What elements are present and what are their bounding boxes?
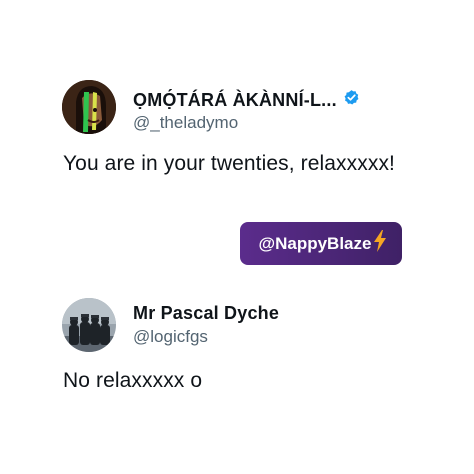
group-photo-avatar-icon (62, 298, 116, 352)
tweet-text: You are in your twenties, relaxxxxx! (63, 152, 395, 175)
avatar[interactable] (62, 298, 116, 352)
lightning-bolt-icon (373, 230, 387, 257)
woman-portrait-avatar-icon (62, 80, 116, 134)
tweet-text: No relaxxxxx o (63, 369, 203, 392)
handle[interactable]: @logicfgs (133, 327, 208, 347)
verified-badge-icon (343, 89, 360, 111)
display-name[interactable]: Mr Pascal Dyche (133, 303, 279, 324)
author-line[interactable]: ỌMỌ́TÁRÁ ÀKÀNNÍ-L... (133, 89, 360, 111)
author-line[interactable]: Mr Pascal Dyche (133, 303, 279, 324)
nappyblaze-watermark: @NappyBlaze (240, 222, 402, 265)
handle[interactable]: @_theladymo (133, 113, 238, 133)
display-name[interactable]: ỌMỌ́TÁRÁ ÀKÀNNÍ-L... (133, 90, 337, 111)
avatar[interactable] (62, 80, 116, 134)
watermark-label: @NappyBlaze (258, 233, 372, 253)
